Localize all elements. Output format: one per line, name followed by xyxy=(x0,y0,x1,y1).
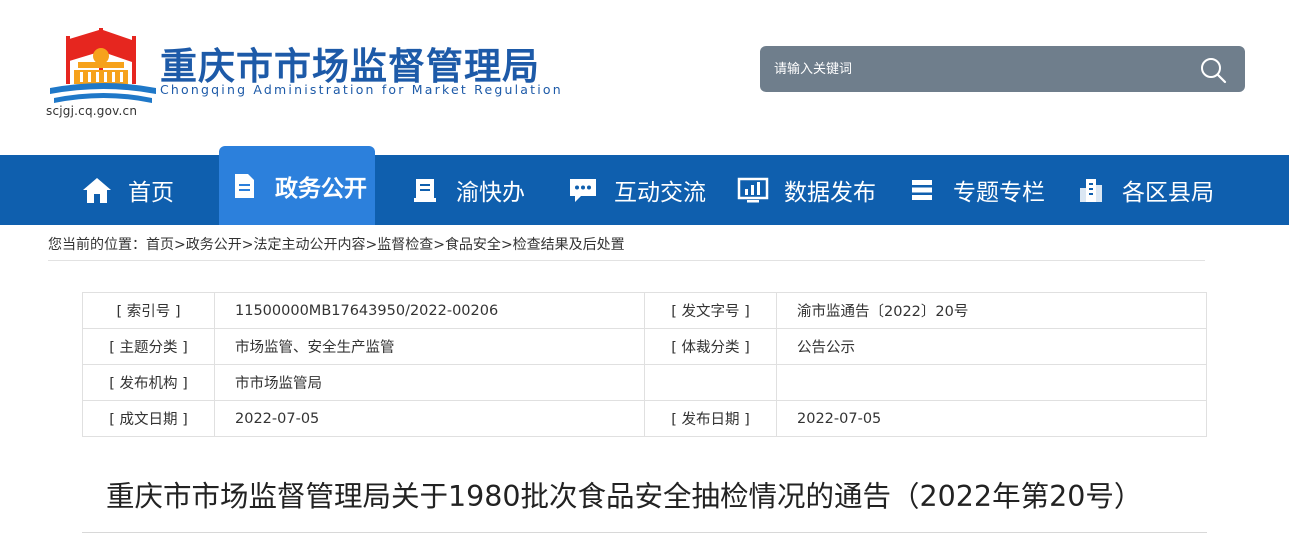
table-row: [ 索引号 ] 11500000MB17643950/2022-00206 [ … xyxy=(82,292,1207,329)
breadcrumb-link[interactable]: 政务公开 xyxy=(186,237,242,253)
nav-label: 首页 xyxy=(128,180,174,206)
nav-label: 渝快办 xyxy=(456,180,525,206)
home-icon xyxy=(80,173,114,207)
meta-label xyxy=(644,364,777,401)
breadcrumb-link[interactable]: 法定主动公开内容 xyxy=(253,237,365,253)
site-subtitle: Chongqing Administration for Market Regu… xyxy=(160,82,563,97)
nav-item-government-affairs[interactable]: 政务公开 xyxy=(219,146,375,225)
meta-value xyxy=(776,364,1207,401)
table-row: [ 主题分类 ] 市场监管、安全生产监管 [ 体裁分类 ] 公告公示 xyxy=(82,328,1207,365)
table-row: [ 成文日期 ] 2022-07-05 [ 发布日期 ] 2022-07-05 xyxy=(82,400,1207,437)
clipboard-icon xyxy=(408,173,442,207)
main-nav: 首页 政务公开 渝快办 互动交流 数据发布 专题专栏 各区县局 xyxy=(0,146,1289,225)
document-icon xyxy=(227,169,261,203)
meta-value: 市场监管、安全生产监管 xyxy=(214,328,645,365)
meta-value: 市市场监管局 xyxy=(214,364,645,401)
nav-label: 专题专栏 xyxy=(953,180,1045,206)
nav-label: 政务公开 xyxy=(275,175,367,202)
breadcrumb-divider xyxy=(48,260,1205,261)
meta-label: [ 发文字号 ] xyxy=(644,292,777,329)
nav-item-special-topics[interactable]: 专题专栏 xyxy=(905,155,1045,225)
breadcrumb-sep: > xyxy=(174,237,186,253)
breadcrumb-sep: > xyxy=(241,237,254,253)
stack-icon xyxy=(905,173,939,207)
meta-value: 渝市监通告〔2022〕20号 xyxy=(776,292,1207,329)
buildings-icon xyxy=(1074,173,1108,207)
monitor-chart-icon xyxy=(736,173,770,207)
breadcrumb-link[interactable]: 食品安全 xyxy=(445,237,501,253)
meta-value: 11500000MB17643950/2022-00206 xyxy=(214,292,645,329)
breadcrumb-link[interactable]: 首页 xyxy=(146,237,174,253)
meta-label: [ 发布日期 ] xyxy=(644,400,777,437)
chat-icon xyxy=(566,173,600,207)
site-header: scjgj.cq.gov.cn 重庆市市场监督管理局 Chongqing Adm… xyxy=(0,0,1289,155)
document-meta-table: [ 索引号 ] 11500000MB17643950/2022-00206 [ … xyxy=(82,292,1207,437)
nav-label: 数据发布 xyxy=(784,180,876,206)
breadcrumb-sep: > xyxy=(365,237,378,253)
nav-item-interaction[interactable]: 互动交流 xyxy=(566,155,706,225)
title-divider xyxy=(82,532,1207,533)
nav-label: 各区县局 xyxy=(1122,180,1214,206)
search-icon[interactable] xyxy=(1199,56,1227,84)
site-domain: scjgj.cq.gov.cn xyxy=(46,104,138,118)
breadcrumb-link[interactable]: 检查结果及后处置 xyxy=(513,237,625,253)
breadcrumb-sep: > xyxy=(500,237,513,253)
table-row: [ 发布机构 ] 市市场监管局 xyxy=(82,364,1207,401)
breadcrumb-prefix: 您当前的位置： xyxy=(48,237,146,253)
breadcrumb-link[interactable]: 监督检查 xyxy=(377,237,433,253)
meta-value: 2022-07-05 xyxy=(776,400,1207,437)
breadcrumb-sep: > xyxy=(433,237,445,253)
search-box xyxy=(760,46,1245,92)
meta-label: [ 主题分类 ] xyxy=(82,328,215,365)
nav-item-yukuaiban[interactable]: 渝快办 xyxy=(408,155,525,225)
meta-value: 公告公示 xyxy=(776,328,1207,365)
meta-label: [ 索引号 ] xyxy=(82,292,215,329)
nav-label: 互动交流 xyxy=(614,180,706,206)
search-input[interactable] xyxy=(774,58,1174,80)
meta-label: [ 发布机构 ] xyxy=(82,364,215,401)
article-title: 重庆市市场监督管理局关于1980批次食品安全抽检情况的通告（2022年第20号） xyxy=(106,480,1143,513)
meta-label: [ 成文日期 ] xyxy=(82,400,215,437)
nav-item-home[interactable]: 首页 xyxy=(80,155,174,225)
nav-item-district-bureaus[interactable]: 各区县局 xyxy=(1074,155,1214,225)
nav-item-data-release[interactable]: 数据发布 xyxy=(736,155,876,225)
meta-value: 2022-07-05 xyxy=(214,400,645,437)
meta-label: [ 体裁分类 ] xyxy=(644,328,777,365)
breadcrumb: 您当前的位置：首页>政务公开>法定主动公开内容>监督检查>食品安全>检查结果及后… xyxy=(48,234,625,254)
